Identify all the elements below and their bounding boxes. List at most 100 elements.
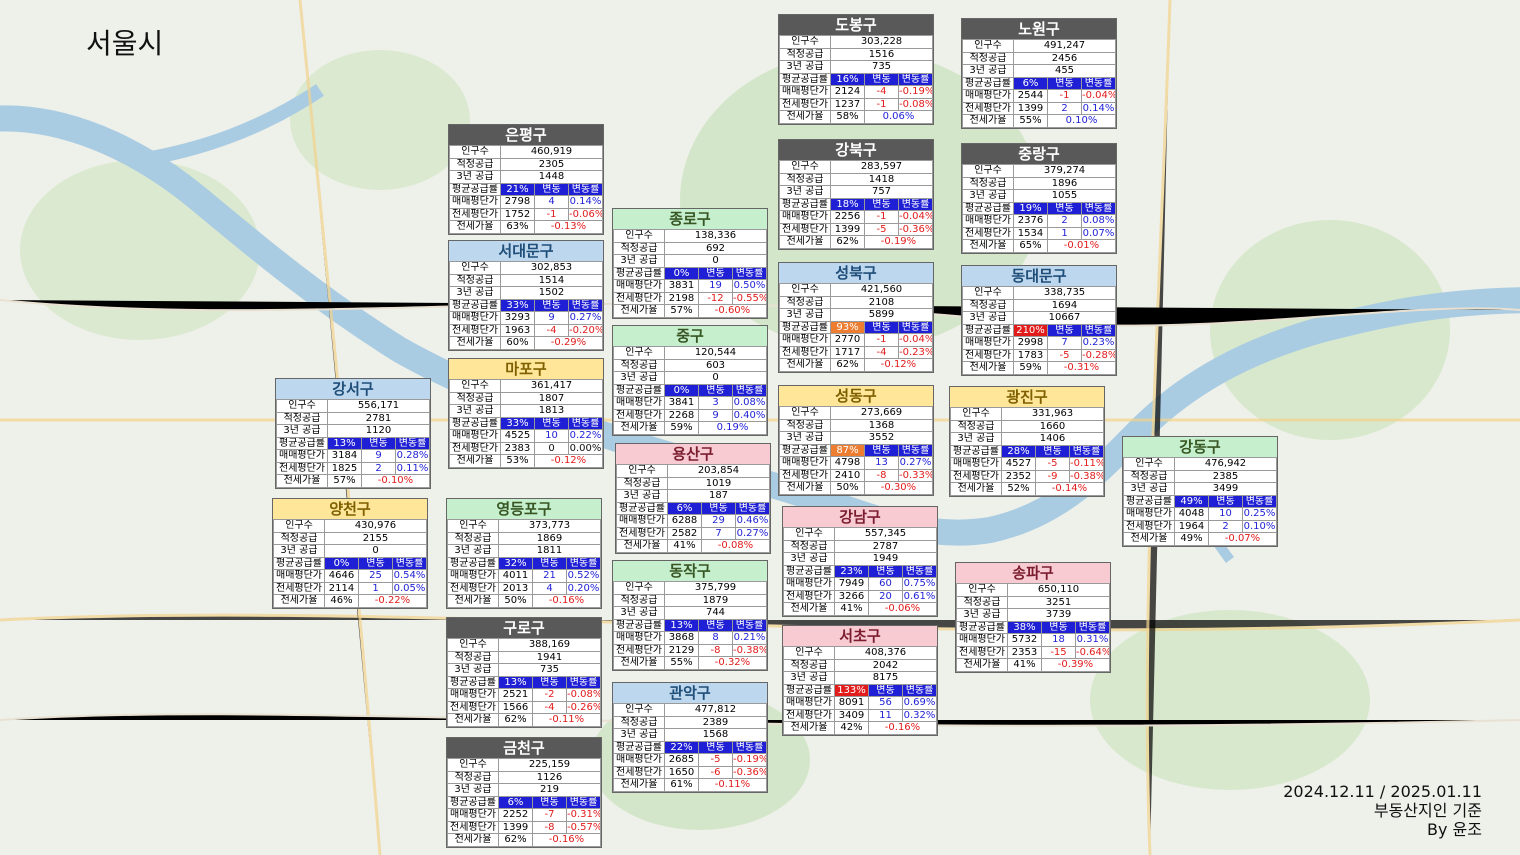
proper-supply-row-value: 1019	[667, 476, 770, 490]
sale-price-row-change-rate: -0.08%	[566, 688, 601, 702]
proper-supply-row-label: 적정공급	[616, 476, 668, 490]
jeonse-price-row: 전세평단가 1825 2 0.11%	[276, 461, 430, 475]
jeonse-ratio-change: 0.06%	[864, 110, 933, 124]
jeonse-price-row-value: 2114	[324, 581, 359, 595]
jeonse-ratio-row: 전세가율 59% -0.31%	[962, 361, 1116, 375]
sale-price-row: 매매평단가 4646 25 0.54%	[273, 569, 427, 583]
sale-price-row-change: -1	[864, 210, 899, 224]
population-row-value: 302,853	[500, 261, 603, 275]
jeonse-ratio-change: -0.12%	[864, 358, 933, 372]
population-row-value: 138,336	[664, 229, 767, 243]
jeonse-ratio-row: 전세가율 42% -0.16%	[783, 721, 937, 735]
jeonse-price-row-change-rate: 0.61%	[902, 589, 937, 603]
district-card: 도봉구 인구수 303,228 적정공급 1516 3년 공급 735 평균공급률 16% 변동 변…	[778, 14, 934, 125]
sale-price-row-change-rate: 0.69%	[902, 696, 937, 710]
jeonse-ratio-row: 전세가율 59% 0.19%	[613, 421, 767, 435]
sale-price-row: 매매평단가 8091 56 0.69%	[783, 696, 937, 710]
jeonse-ratio-change: 0.19%	[698, 421, 767, 435]
jeonse-price-row-change: -4	[864, 345, 899, 359]
supply-3y-row-label: 3년 공급	[962, 189, 1014, 203]
footer-source: 부동산지인 기준	[1373, 801, 1482, 820]
jeonse-price-row-value: 2383	[500, 441, 535, 455]
jeonse-ratio-change: -0.16%	[532, 594, 601, 608]
jeonse-price-row-label: 전세평단가	[447, 820, 499, 834]
supply-3y-row-value: 735	[830, 60, 933, 74]
jeonse-price-row-change-rate: -0.28%	[1081, 348, 1116, 362]
sale-price-row-change-rate: -0.04%	[1081, 89, 1116, 103]
supply-rate-label: 평균공급률	[616, 501, 668, 515]
sale-price-row-change-rate: 0.54%	[392, 569, 427, 583]
population-row-value: 460,919	[500, 145, 603, 159]
jeonse-price-row-change-rate: 0.14%	[1081, 101, 1116, 115]
sale-price-row-change-rate: 0.08%	[1081, 214, 1116, 228]
district-name: 강동구	[1123, 437, 1277, 457]
jeonse-ratio-change: -0.06%	[868, 602, 937, 616]
footer: 2024.12.11 / 2025.01.11 부동산지인 기준 By 윤조	[1283, 782, 1482, 839]
supply-rate-value: 18%	[830, 197, 865, 211]
district-stats-table: 인구수 556,171 적정공급 2781 3년 공급 1120 평균공급률 13% 변동 변동률…	[276, 399, 430, 488]
jeonse-price-row-change: 4	[532, 581, 567, 595]
jeonse-price-row: 전세평단가 1963 -4 -0.20%	[449, 323, 603, 337]
change-header: 변동	[361, 436, 396, 450]
sale-price-row-change-rate: 0.21%	[732, 631, 767, 645]
sale-price-row-change-rate: 0.28%	[395, 449, 430, 463]
page-title: 서울시	[86, 27, 164, 60]
proper-supply-row-value: 1879	[664, 593, 767, 607]
proper-supply-row: 적정공급 2456	[962, 51, 1116, 65]
sale-price-row-change-rate: 0.52%	[566, 569, 601, 583]
population-row-value: 477,812	[664, 703, 767, 717]
jeonse-price-row-value: 1399	[830, 222, 865, 236]
population-row-value: 556,171	[327, 399, 430, 413]
supply-rate-value: 0%	[664, 383, 699, 397]
jeonse-price-row-value: 1825	[327, 461, 362, 475]
supply-rate-value: 22%	[664, 740, 699, 754]
district-name: 노원구	[962, 19, 1116, 39]
sale-price-row-change: 3	[698, 396, 733, 410]
sale-price-row: 매매평단가 3841 3 0.08%	[613, 396, 767, 410]
supply-3y-row-label: 3년 공급	[616, 489, 668, 503]
supply-3y-row: 3년 공급 3499	[1123, 482, 1277, 496]
jeonse-ratio-value: 42%	[834, 721, 869, 735]
district-stats-table: 인구수 388,169 적정공급 1941 3년 공급 735 평균공급률 13% 변동 변동률 매…	[447, 638, 601, 727]
jeonse-price-row-value: 2198	[664, 291, 699, 305]
sale-price-row-value: 4525	[500, 429, 535, 443]
supply-rate-label: 평균공급률	[956, 620, 1008, 634]
sale-price-row: 매매평단가 4527 -5 -0.11%	[950, 457, 1104, 471]
district-stats-table: 인구수 138,336 적정공급 692 3년 공급 0 평균공급률 0% 변동 변동률 매매평단가…	[613, 229, 767, 318]
change-rate-header: 변동률	[732, 618, 767, 632]
supply-rate-row: 평균공급률 0% 변동 변동률	[613, 266, 767, 280]
sale-price-row-value: 2998	[1013, 336, 1048, 350]
supply-rate-label: 평균공급률	[273, 556, 325, 570]
proper-supply-row-label: 적정공급	[449, 273, 501, 287]
jeonse-price-row-change-rate: -0.08%	[898, 97, 933, 111]
supply-3y-row-label: 3년 공급	[950, 432, 1002, 446]
proper-supply-row-label: 적정공급	[950, 419, 1002, 433]
jeonse-ratio-label: 전세가율	[779, 358, 831, 372]
supply-3y-row-value: 455	[1013, 64, 1116, 78]
population-row-value: 338,735	[1013, 286, 1116, 300]
population-row: 인구수 650,110	[956, 583, 1110, 597]
jeonse-ratio-value: 63%	[500, 220, 535, 234]
jeonse-price-row: 전세평단가 2013 4 0.20%	[447, 581, 601, 595]
supply-3y-row: 3년 공급 757	[779, 185, 933, 199]
jeonse-ratio-value: 59%	[1013, 361, 1048, 375]
jeonse-ratio-label: 전세가율	[449, 220, 501, 234]
district-name: 종로구	[613, 209, 767, 229]
population-row-label: 인구수	[447, 519, 499, 533]
jeonse-ratio-label: 전세가율	[273, 594, 325, 608]
jeonse-price-row: 전세평단가 3266 20 0.61%	[783, 589, 937, 603]
supply-rate-row: 평균공급률 38% 변동 변동률	[956, 620, 1110, 634]
supply-3y-row-value: 735	[498, 663, 601, 677]
supply-3y-row: 3년 공급 10667	[962, 311, 1116, 325]
population-row-label: 인구수	[613, 346, 665, 360]
proper-supply-row-label: 적정공급	[276, 411, 328, 425]
district-card: 중랑구 인구수 379,274 적정공급 1896 3년 공급 1055 평균공급률 19% 변동…	[961, 143, 1117, 254]
jeonse-ratio-label: 전세가율	[956, 658, 1008, 672]
supply-3y-row-label: 3년 공급	[613, 371, 665, 385]
jeonse-price-row-label: 전세평단가	[779, 97, 831, 111]
district-stats-table: 인구수 421,560 적정공급 2108 3년 공급 5899 평균공급률 93% 변동 변동률…	[779, 283, 933, 372]
district-name: 강북구	[779, 140, 933, 160]
district-stats-table: 인구수 430,976 적정공급 2155 3년 공급 0 평균공급률 0% 변동 변동률 매매평단…	[273, 519, 427, 608]
jeonse-ratio-row: 전세가율 60% -0.29%	[449, 336, 603, 350]
jeonse-price-row-value: 1752	[500, 207, 535, 221]
